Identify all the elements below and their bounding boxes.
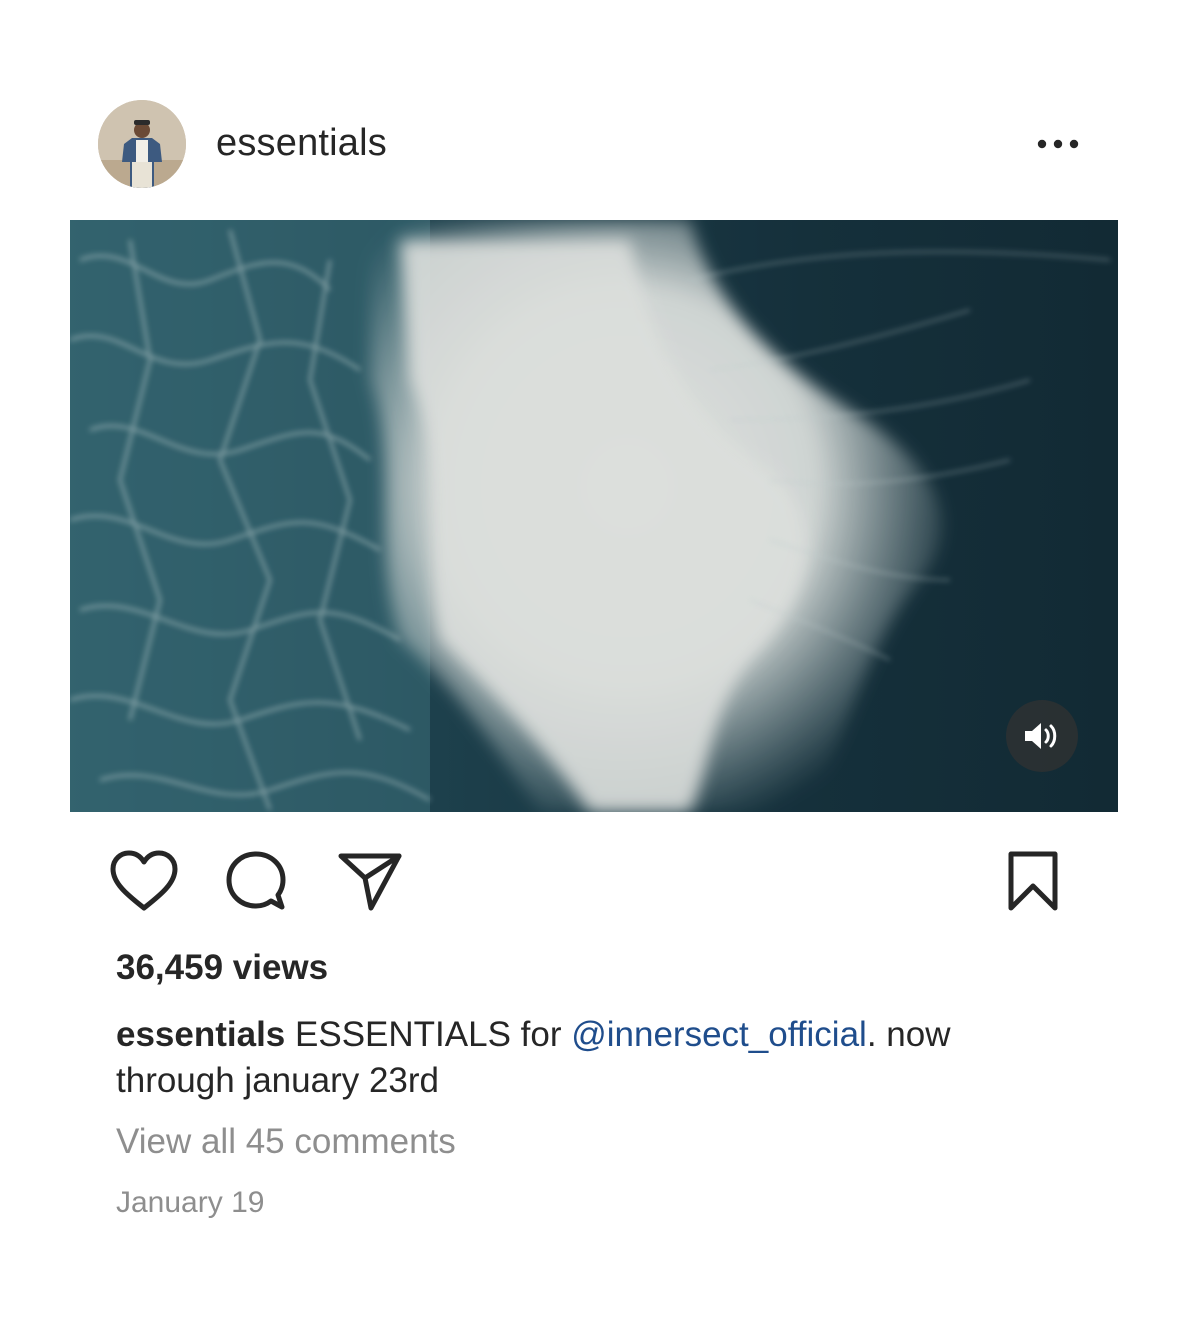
more-horizontal-icon: [1037, 139, 1079, 149]
post-video[interactable]: [70, 220, 1118, 812]
view-comments-link[interactable]: View all 45 comments: [116, 1122, 456, 1162]
instagram-post: essentials 36,459 views essentials ESSEN…: [0, 0, 1190, 1338]
volume-button[interactable]: [1006, 700, 1078, 772]
bookmark-icon: [1008, 851, 1058, 911]
volume-on-icon: [1025, 723, 1057, 749]
action-bar: [106, 846, 1066, 916]
heart-icon: [110, 850, 178, 911]
view-count: 36,459 views: [116, 948, 329, 987]
like-button[interactable]: [106, 846, 182, 916]
caption-text-before: ESSENTIALS for: [285, 1015, 572, 1054]
ocean-wave-image: [70, 220, 1118, 812]
share-button[interactable]: [332, 846, 408, 916]
paper-plane-icon: [338, 853, 402, 911]
post-date: January 19: [116, 1186, 265, 1219]
caption-mention-link[interactable]: @innersect_official: [571, 1015, 867, 1054]
more-options-button[interactable]: [1028, 126, 1088, 162]
post-username[interactable]: essentials: [216, 122, 387, 165]
caption-username[interactable]: essentials: [116, 1015, 285, 1054]
comment-button[interactable]: [218, 846, 294, 916]
comment-bubble-icon: [226, 851, 286, 910]
avatar-image: [98, 100, 186, 188]
post-caption: essentials ESSENTIALS for @innersect_off…: [116, 1012, 1076, 1104]
avatar[interactable]: [98, 100, 186, 188]
save-button[interactable]: [1000, 846, 1066, 916]
post-header: essentials: [98, 100, 1088, 190]
